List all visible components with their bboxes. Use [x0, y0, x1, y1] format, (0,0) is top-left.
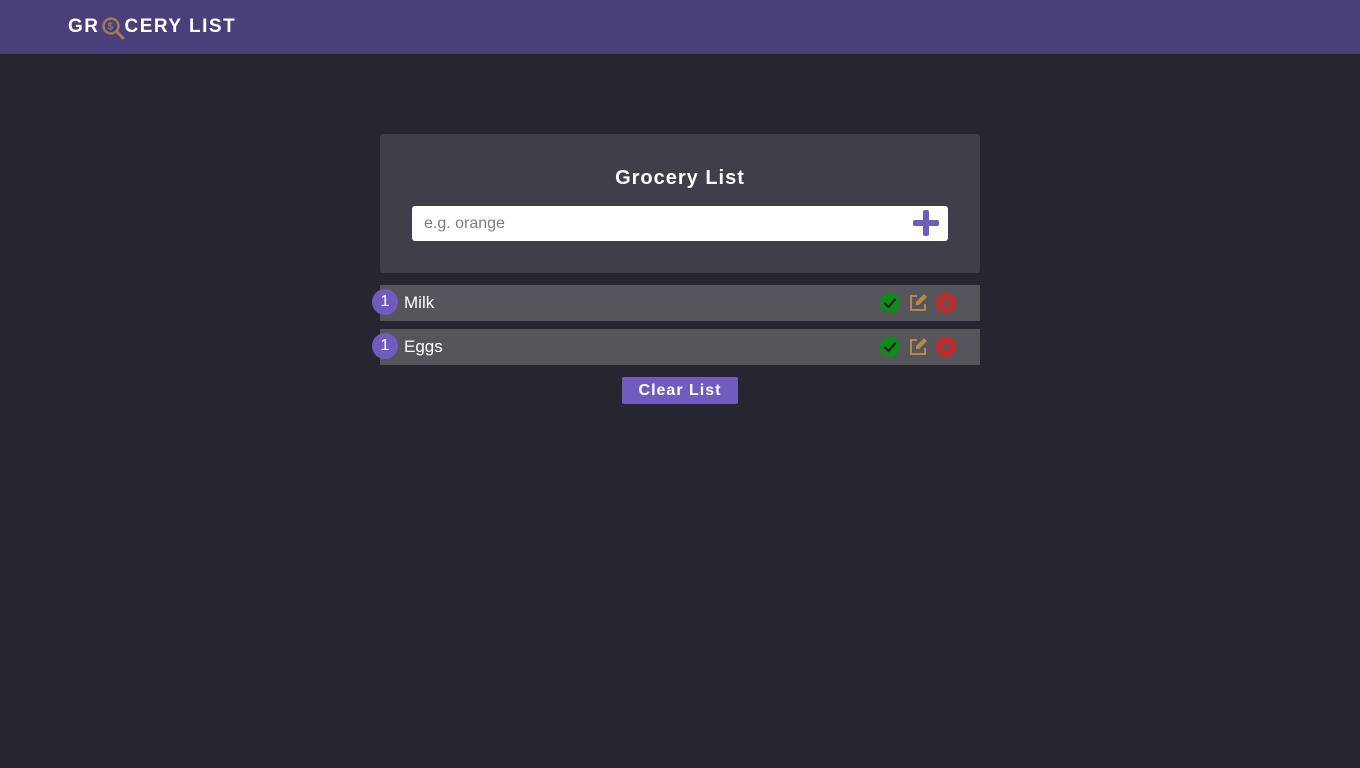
page-title: Grocery List	[615, 167, 745, 189]
item-actions	[880, 293, 956, 313]
navbar: GR $ CERY LIST	[0, 0, 1360, 54]
edit-icon[interactable]	[908, 337, 928, 357]
close-circle-icon[interactable]	[936, 293, 956, 313]
brand-logo[interactable]: GR $ CERY LIST	[68, 15, 237, 40]
item-count-badge: 1	[372, 289, 398, 315]
check-circle-icon[interactable]	[880, 337, 900, 357]
svg-text:$: $	[107, 22, 114, 33]
grocery-form-card	[380, 134, 980, 273]
list-item: 1 Milk	[372, 285, 980, 321]
grocery-input-wrapper	[412, 206, 948, 241]
list-item: 1 Eggs	[372, 329, 980, 365]
magnifier-dollar-icon: $	[101, 16, 125, 40]
item-actions	[880, 337, 956, 357]
check-circle-icon[interactable]	[880, 293, 900, 313]
plus-icon[interactable]	[912, 209, 940, 237]
item-name: Milk	[404, 293, 435, 312]
item-count-badge: 1	[372, 333, 398, 359]
clear-list-button[interactable]: Clear List	[622, 377, 738, 404]
brand-text-prefix: GR	[68, 16, 100, 37]
item-name: Eggs	[404, 337, 443, 356]
brand-text-suffix: CERY LIST	[124, 16, 237, 37]
close-circle-icon[interactable]	[936, 337, 956, 357]
edit-icon[interactable]	[908, 293, 928, 313]
grocery-item-input[interactable]	[412, 206, 902, 241]
